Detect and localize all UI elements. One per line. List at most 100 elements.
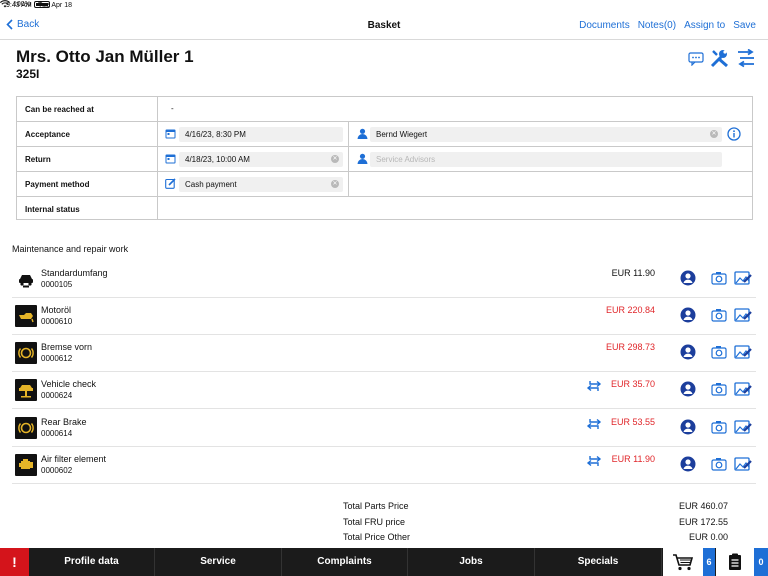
payment-divider xyxy=(348,172,349,196)
work-item-bremse-vorn[interactable]: Bremse vorn 0000612 EUR 298.73 xyxy=(12,335,756,372)
assign-person-icon[interactable] xyxy=(680,307,696,323)
order-info-table: Can be reached at - Acceptance 4/16/23, … xyxy=(16,96,753,220)
work-item-air-filter[interactable]: Air filter element 0000602 EUR 11.90 xyxy=(12,447,756,484)
transfer-list-icon[interactable] xyxy=(736,49,756,68)
camera-icon[interactable] xyxy=(711,457,727,471)
back-button[interactable]: Back xyxy=(6,19,39,30)
tab-jobs[interactable]: Jobs xyxy=(408,548,535,576)
car-service-icon xyxy=(15,268,37,290)
acceptance-advisor-field[interactable]: Bernd Wiegert ✕ xyxy=(370,127,722,142)
vehicle-lift-icon xyxy=(15,379,37,401)
tab-specials[interactable]: Specials xyxy=(535,548,662,576)
camera-icon[interactable] xyxy=(711,271,727,285)
clear-icon[interactable]: ✕ xyxy=(710,130,718,138)
documents-button[interactable]: Documents xyxy=(579,20,630,31)
chevron-left-icon xyxy=(6,19,13,30)
message-icon[interactable] xyxy=(688,51,704,66)
payment-method-field[interactable]: Cash payment ✕ xyxy=(179,177,343,192)
back-label: Back xyxy=(17,19,40,30)
reachable-row: Can be reached at - xyxy=(17,97,752,122)
tab-service[interactable]: Service xyxy=(155,548,282,576)
basket-tab[interactable] xyxy=(663,548,703,576)
acceptance-divider xyxy=(348,122,349,146)
acceptance-advisor-value: Bernd Wiegert xyxy=(376,130,428,139)
tab-complaints[interactable]: Complaints xyxy=(282,548,408,576)
alert-button[interactable]: ! xyxy=(0,548,29,576)
return-date-value: 4/18/23, 10:00 AM xyxy=(185,155,250,164)
edit-image-icon[interactable] xyxy=(734,456,752,472)
swap-icon[interactable] xyxy=(586,380,602,392)
acceptance-date-value: 4/16/23, 8:30 PM xyxy=(185,130,246,139)
assign-person-icon[interactable] xyxy=(680,419,696,435)
engine-oil-icon xyxy=(15,305,37,327)
work-item-price: EUR 53.55 xyxy=(610,417,655,427)
person-icon xyxy=(357,153,368,164)
work-item-name: Air filter element xyxy=(41,454,107,464)
edit-icon xyxy=(165,178,176,189)
edit-image-icon[interactable] xyxy=(734,270,752,286)
customer-name: Mrs. Otto Jan Müller 1 xyxy=(16,47,194,66)
work-item-code: 0000610 xyxy=(41,317,73,326)
vehicle-model: 325I xyxy=(16,67,40,81)
reachable-label: Can be reached at xyxy=(25,105,94,114)
basket-count-badge: 6 xyxy=(703,548,715,576)
acceptance-date-field[interactable]: 4/16/23, 8:30 PM xyxy=(179,127,343,142)
status-time: 9:43 AM xyxy=(6,2,32,9)
work-item-price: EUR 11.90 xyxy=(611,268,655,278)
work-item-name: Motoröl xyxy=(41,305,72,315)
assign-person-icon[interactable] xyxy=(680,456,696,472)
assign-person-icon[interactable] xyxy=(680,344,696,360)
engine-icon xyxy=(15,454,37,476)
clear-icon[interactable]: ✕ xyxy=(331,155,339,163)
assign-person-icon[interactable] xyxy=(680,270,696,286)
return-advisor-placeholder: Service Advisors xyxy=(376,155,436,164)
bottom-tab-bar: ! Profile data Service Complaints Jobs S… xyxy=(0,548,768,576)
info-icon[interactable] xyxy=(727,127,741,141)
payment-label: Payment method xyxy=(25,180,90,189)
save-button[interactable]: Save xyxy=(733,20,756,31)
work-item-code: 0000602 xyxy=(41,466,73,475)
edit-image-icon[interactable] xyxy=(734,344,752,360)
payment-row: Payment method Cash payment ✕ xyxy=(17,172,752,197)
total-other-label: Total Price Other xyxy=(343,532,411,542)
work-item-price: EUR 11.90 xyxy=(611,454,655,464)
edit-image-icon[interactable] xyxy=(734,381,752,397)
work-item-standardumfang[interactable]: Standardumfang 0000105 EUR 11.90 xyxy=(12,261,756,298)
return-label: Return xyxy=(25,155,51,164)
work-item-price: EUR 220.84 xyxy=(605,305,655,315)
total-parts-label: Total Parts Price xyxy=(343,501,409,511)
camera-icon[interactable] xyxy=(711,308,727,322)
battery-icon xyxy=(33,0,50,8)
edit-image-icon[interactable] xyxy=(734,307,752,323)
work-item-name: Rear Brake xyxy=(41,417,87,427)
work-item-motoroel[interactable]: Motoröl 0000610 EUR 220.84 xyxy=(12,298,756,335)
assign-to-button[interactable]: Assign to xyxy=(684,20,725,31)
work-item-name: Standardumfang xyxy=(41,268,108,278)
documents-count-badge: 0 xyxy=(754,548,768,576)
status-bar: 9:43 AM Tue Apr 18 100% xyxy=(0,0,768,12)
assign-person-icon[interactable] xyxy=(680,381,696,397)
total-fru-label: Total FRU price xyxy=(343,517,406,527)
cart-icon xyxy=(673,554,694,571)
camera-icon[interactable] xyxy=(711,345,727,359)
payment-method-value: Cash payment xyxy=(185,180,237,189)
clear-icon[interactable]: ✕ xyxy=(331,180,339,188)
edit-image-icon[interactable] xyxy=(734,419,752,435)
swap-icon[interactable] xyxy=(586,418,602,430)
tab-profile-data[interactable]: Profile data xyxy=(29,548,155,576)
calendar-icon xyxy=(165,129,176,139)
person-icon xyxy=(357,128,368,139)
work-item-code: 0000612 xyxy=(41,354,73,363)
return-date-field[interactable]: 4/18/23, 10:00 AM ✕ xyxy=(179,152,343,167)
camera-icon[interactable] xyxy=(711,420,727,434)
status-right: 100% xyxy=(0,0,768,8)
tools-icon[interactable] xyxy=(710,49,730,68)
documents-tab[interactable] xyxy=(716,548,754,576)
notes-button[interactable]: Notes(0) xyxy=(638,20,676,31)
swap-icon[interactable] xyxy=(586,455,602,467)
work-item-rear-brake[interactable]: Rear Brake 0000614 EUR 53.55 xyxy=(12,410,756,447)
return-advisor-field[interactable]: Service Advisors xyxy=(370,152,722,167)
work-item-vehicle-check[interactable]: Vehicle check 0000624 EUR 35.70 xyxy=(12,372,756,409)
brake-icon xyxy=(15,417,37,439)
camera-icon[interactable] xyxy=(711,382,727,396)
